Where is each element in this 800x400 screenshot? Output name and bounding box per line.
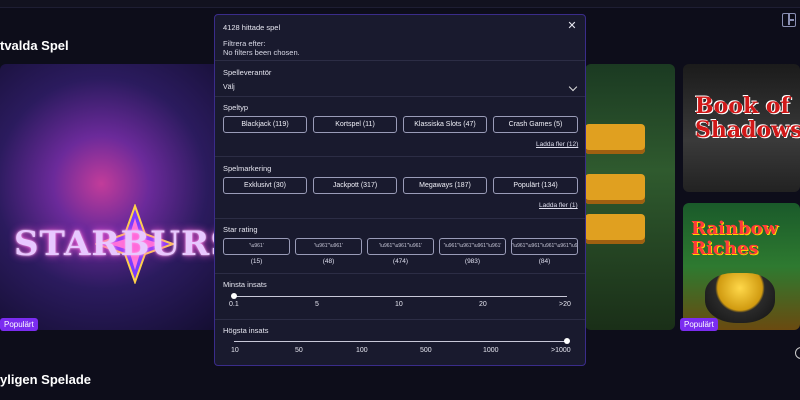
load-more-marking[interactable]: Ladda fler (1) [539,202,578,209]
star-rating-count: (15) [250,258,263,265]
min-bet-tick: 5 [315,301,319,308]
tile-logo-fragment [585,174,645,204]
star-rating-chip[interactable]: '\u961''\u961''\u961''\u961' [439,238,506,255]
tile-logo-fragment [585,124,645,154]
game-type-chip[interactable]: Kortspel (11) [313,116,397,133]
section-title-recent: yligen Spelade [0,372,92,387]
marking-chip[interactable]: Exklusivt (30) [223,177,307,194]
max-bet-label: Högsta insats [223,326,269,335]
provider-select[interactable]: Välj [223,84,235,91]
game-type-label: Speltyp [223,103,249,112]
marking-chip[interactable]: Jackpott (317) [313,177,397,194]
top-bar [0,0,800,8]
max-bet-tick: >1000 [551,347,571,354]
max-bet-slider[interactable] [234,341,567,342]
rainbow-riches-logo: Rainbow Riches [691,218,779,259]
divider [215,60,585,61]
divider [215,319,585,320]
min-bet-tick: 10 [395,301,403,308]
marking-label: Spelmarkering [223,164,272,173]
tile-logo-fragment [585,214,645,244]
divider [215,273,585,274]
layout-toggle-icon[interactable] [782,13,796,27]
popular-badge: Populärt [680,318,718,331]
min-bet-tick: >20 [559,301,571,308]
divider [215,96,585,97]
filter-label: Filtrera efter: [223,39,266,48]
game-type-chip[interactable]: Blackjack (119) [223,116,307,133]
max-bet-slider-thumb[interactable] [564,338,570,344]
star-rating-chip[interactable]: '\u961''\u961' [295,238,362,255]
popular-badge: Populärt [0,318,38,331]
book-of-shadows-logo: Book of Shadows [695,93,800,143]
filter-modal: 4128 hittade spel ✕ Filtrera efter: No f… [214,14,586,366]
game-type-chip[interactable]: Klassiska Slots (47) [403,116,487,133]
max-bet-tick: 500 [420,347,432,354]
min-bet-tick: 0.1 [229,301,239,308]
star-rating-chip[interactable]: '\u961' [223,238,290,255]
max-bet-tick: 10 [231,347,239,354]
game-tile-book-of-shadows[interactable]: Book of Shadows [683,64,800,192]
divider [215,218,585,219]
star-rating-count: (983) [464,258,481,265]
gold-pot-image [705,273,775,323]
filter-value: No filters been chosen. [223,48,300,57]
min-bet-label: Minsta insats [223,280,267,289]
close-icon[interactable]: ✕ [565,19,579,33]
star-rating-label: Star rating [223,225,258,234]
star-rating-chip[interactable]: '\u961''\u961''\u961''\u961''\u961' [511,238,578,255]
max-bet-tick: 50 [295,347,303,354]
min-bet-tick: 20 [479,301,487,308]
star-rating-count: (48) [322,258,335,265]
chevron-down-icon[interactable] [568,82,578,92]
starburst-logo-text: STARBURST [14,224,225,264]
provider-label: Spelleverantör [223,68,272,77]
game-tile-middle[interactable] [585,64,675,330]
star-rating-count: (84) [538,258,551,265]
divider [215,156,585,157]
game-tile-starburst[interactable]: STARBURST [0,64,225,330]
game-tile-rainbow-riches[interactable]: Rainbow Riches [683,203,800,330]
load-more-game-type[interactable]: Ladda fler (12) [536,141,578,148]
max-bet-tick: 1000 [483,347,499,354]
marking-chip[interactable]: Populärt (134) [493,177,578,194]
game-type-chip[interactable]: Crash Games (5) [493,116,578,133]
section-title-featured: tvalda Spel [0,38,69,53]
carousel-next-icon[interactable] [795,347,800,359]
star-rating-count: (474) [392,258,409,265]
min-bet-slider[interactable] [234,296,567,297]
marking-chip[interactable]: Megaways (187) [403,177,487,194]
star-rating-chip[interactable]: '\u961''\u961''\u961' [367,238,434,255]
results-count: 4128 hittade spel [223,23,281,32]
max-bet-tick: 100 [356,347,368,354]
min-bet-slider-thumb[interactable] [231,293,237,299]
